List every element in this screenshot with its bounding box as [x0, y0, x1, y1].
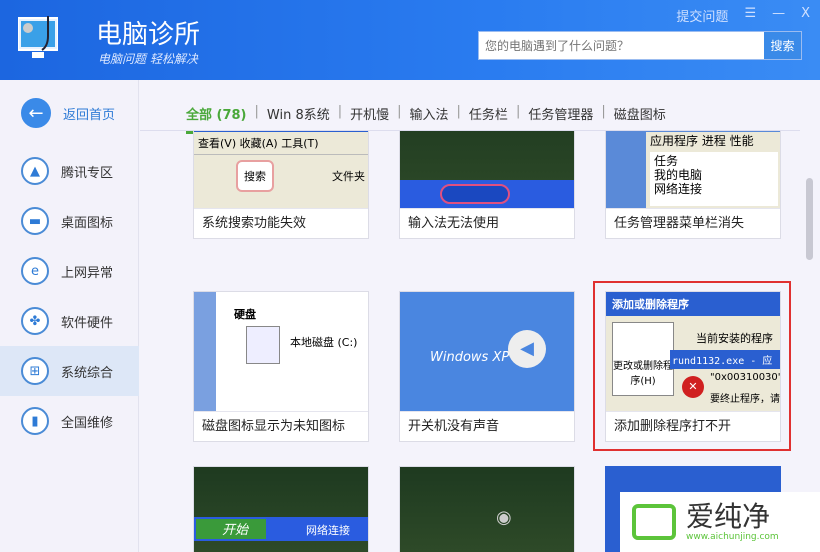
watermark-logo-icon [632, 504, 676, 540]
tab-disk-icon[interactable]: 磁盘图标 [606, 104, 674, 123]
card-title: 开关机没有声音 [400, 411, 574, 441]
article-card[interactable]: Windows XP ◀ 开关机没有声音 [399, 291, 575, 442]
search-box: 搜索 [478, 31, 802, 60]
thumb-text: 硬盘 [234, 308, 256, 321]
ie-icon: e [21, 257, 49, 285]
thumb-text: 搜索 [236, 160, 274, 192]
sidebar-item-software-hardware[interactable]: ✤ 软件硬件 [0, 296, 139, 346]
back-arrow-icon: ← [21, 98, 51, 128]
tab-input-method[interactable]: 输入法 [402, 104, 457, 123]
thumb-text: 网络连接 [306, 524, 350, 537]
submit-question-link[interactable]: 提交问题 [676, 6, 728, 25]
selected-card-highlight [593, 281, 791, 451]
article-card[interactable]: 硬盘 本地磁盘 (C:) 磁盘图标显示为未知图标 [193, 291, 369, 442]
card-title: 输入法无法使用 [400, 208, 574, 238]
sidebar-item-label: 桌面图标 [61, 215, 114, 231]
start-button: 开始 [196, 519, 266, 539]
thumb-text: 我的电脑 [654, 168, 703, 182]
sidebar: ← 返回首页 ▲ 腾讯专区 ▬ 桌面图标 e 上网异常 ✤ 软件硬件 ⊞ 系统综合 ▮ 全国维… [0, 80, 139, 552]
card-title: 系统搜索功能失效 [194, 208, 368, 238]
header: 电脑诊所 电脑问题 轻松解决 提交问题 ☰ — X 搜索 [0, 0, 820, 80]
thumb-text: 查看(V) 收藏(A) 工具(T) [194, 132, 368, 155]
speaker-icon: ◉ [496, 507, 512, 528]
tab-task-manager[interactable]: 任务管理器 [520, 104, 601, 123]
sidebar-item-tencent[interactable]: ▲ 腾讯专区 [0, 146, 139, 196]
thumb-text: 应用程序 进程 性能 [650, 134, 754, 148]
sidebar-item-repair[interactable]: ▮ 全国维修 [0, 396, 139, 446]
sidebar-item-label: 软件硬件 [61, 315, 114, 331]
monitor-stethoscope-logo-icon [18, 16, 58, 58]
category-tabs: 全部 (78) | Win 8系统 | 开机慢 | 输入法 | 任务栏 | 任务管理器 | … [186, 104, 674, 134]
phone-icon: ▮ [21, 407, 49, 435]
windows-logo: Windows XP [430, 350, 510, 365]
sidebar-item-desktop-icons[interactable]: ▬ 桌面图标 [0, 196, 139, 246]
thumb-text: 任务 [654, 154, 679, 168]
sidebar-item-internet[interactable]: e 上网异常 [0, 246, 139, 296]
watermark-url: www.aichunjing.com [686, 532, 779, 542]
back-home-button[interactable]: ← 返回首页 [0, 88, 139, 138]
tab-taskbar[interactable]: 任务栏 [461, 104, 516, 123]
card-title: 磁盘图标显示为未知图标 [194, 411, 368, 441]
card-title: 任务管理器菜单栏消失 [606, 208, 780, 238]
article-grid: 查看(V) 收藏(A) 工具(T) 搜索 文件夹 系统搜索功能失效 输入法无法使… [140, 130, 800, 552]
article-card[interactable]: 应用程序 进程 性能 任务 我的电脑 网络连接 任务管理器菜单栏消失 [605, 131, 781, 239]
article-card[interactable]: 查看(V) 收藏(A) 工具(T) 搜索 文件夹 系统搜索功能失效 [193, 131, 369, 239]
article-card[interactable]: 输入法无法使用 [399, 131, 575, 239]
thumb-text: 网络连接 [654, 182, 703, 196]
search-input[interactable] [479, 32, 759, 59]
watermark: 爱纯净 www.aichunjing.com [620, 492, 820, 552]
sidebar-item-label: 腾讯专区 [61, 165, 114, 181]
thumb-text: 文件夹 [332, 170, 365, 183]
sidebar-item-label: 系统综合 [61, 365, 114, 381]
clover-icon: ✤ [21, 307, 49, 335]
tab-slow-boot[interactable]: 开机慢 [342, 104, 397, 123]
watermark-text: 爱纯净 [686, 500, 771, 533]
thumb-text: 本地磁盘 (C:) [290, 336, 358, 349]
search-button[interactable]: 搜索 [764, 32, 801, 59]
article-card[interactable]: 开始 网络连接 [193, 466, 369, 552]
article-card[interactable]: ◉ [399, 466, 575, 552]
windows-icon: ⊞ [21, 357, 49, 385]
tab-all[interactable]: 全部 (78) [186, 104, 255, 134]
scrollbar[interactable] [803, 130, 815, 552]
sidebar-item-system[interactable]: ⊞ 系统综合 [0, 346, 139, 396]
menu-icon[interactable]: ☰ [744, 6, 756, 25]
scrollbar-thumb[interactable] [806, 178, 813, 260]
app-slogan: 电脑问题 轻松解决 [98, 52, 198, 66]
back-label: 返回首页 [63, 107, 116, 123]
close-button[interactable]: X [801, 6, 810, 25]
minimize-button[interactable]: — [772, 6, 785, 25]
sidebar-item-label: 上网异常 [61, 265, 114, 281]
speaker-muted-icon: ◀ [508, 330, 546, 368]
sidebar-item-label: 全国维修 [61, 415, 114, 431]
qq-penguin-icon: ▲ [21, 157, 49, 185]
monitor-icon: ▬ [21, 207, 49, 235]
tab-win8[interactable]: Win 8系统 [259, 104, 338, 123]
app-title: 电脑诊所 [96, 20, 201, 50]
